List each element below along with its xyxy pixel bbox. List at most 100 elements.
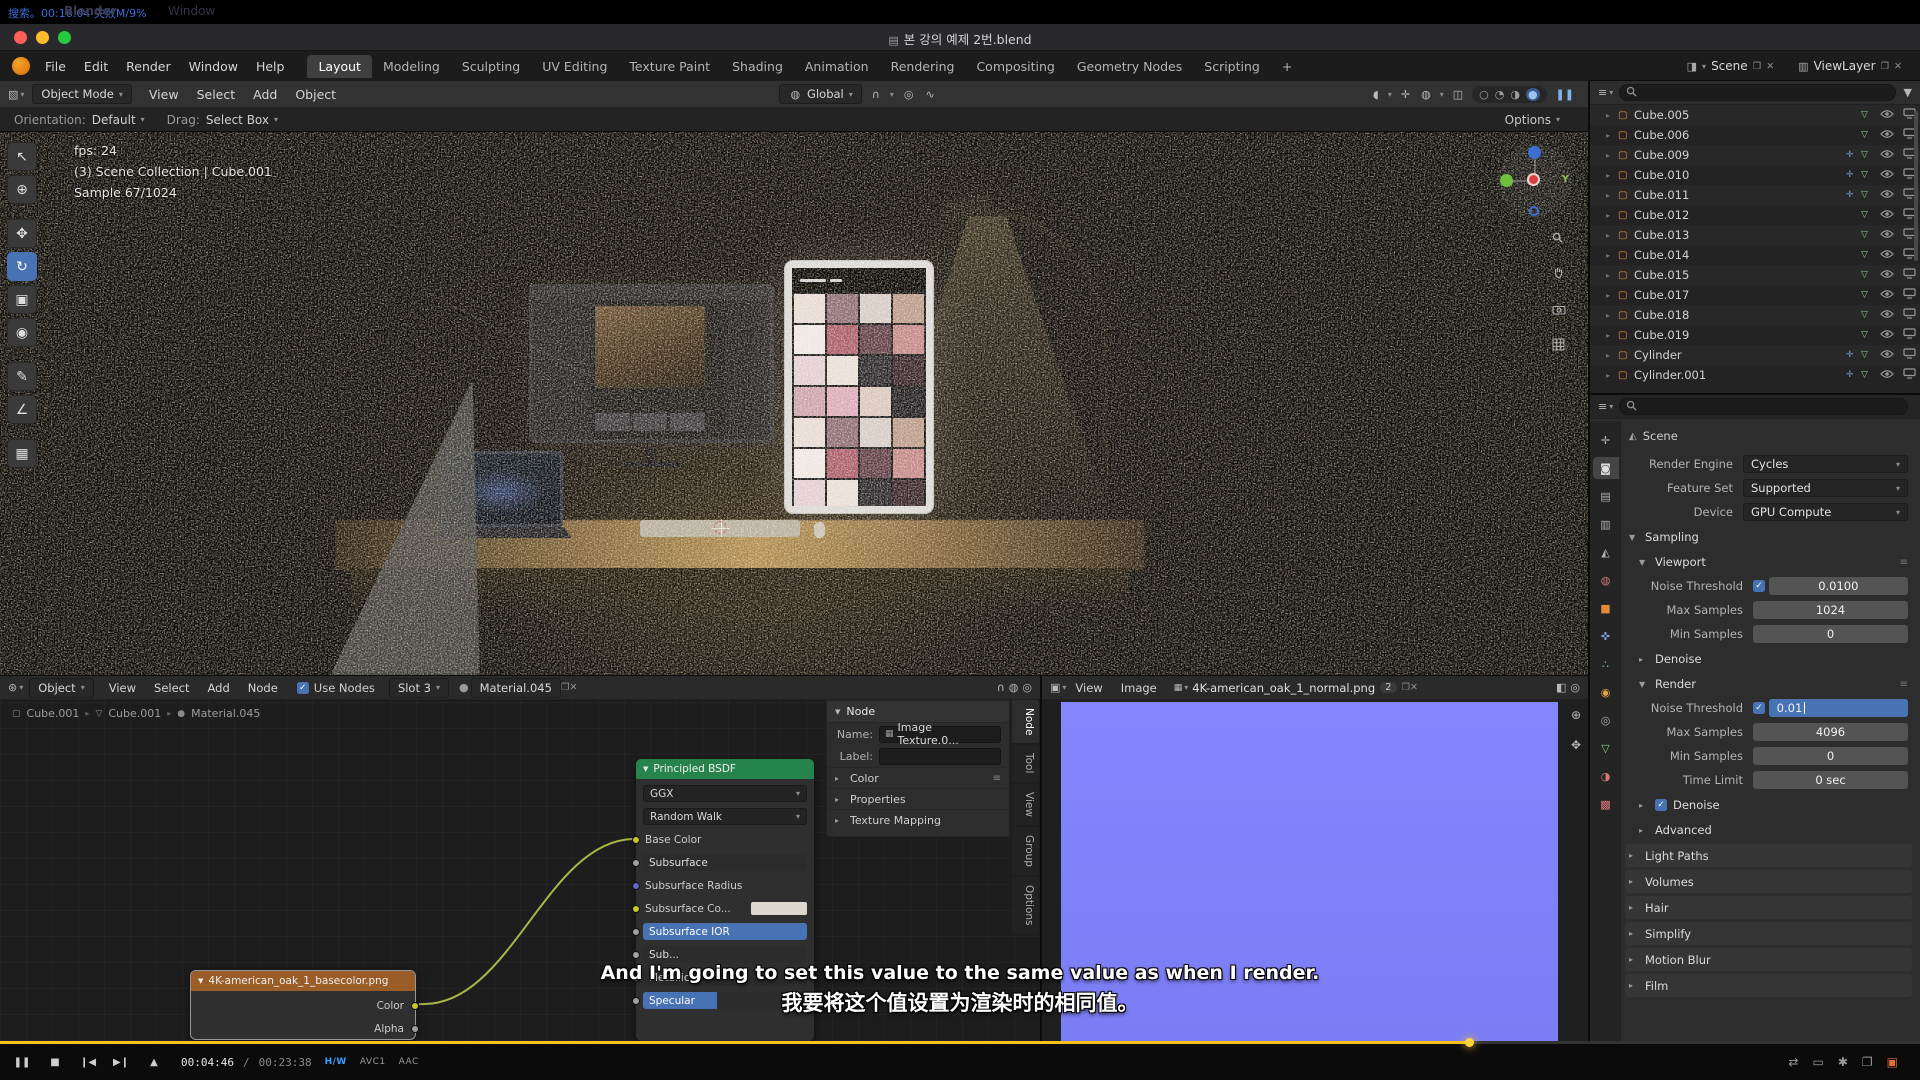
properties-tab-scene[interactable]: ◭	[1593, 541, 1619, 563]
disable-in-render-icon[interactable]	[1898, 368, 1920, 382]
expand-icon[interactable]: ▸	[1606, 151, 1618, 160]
viewport-noise-threshold-field[interactable]: 0.0100	[1769, 577, 1908, 595]
properties-tab-material[interactable]: ◑	[1593, 765, 1619, 787]
expand-icon[interactable]: ▸	[1606, 111, 1618, 120]
blender-logo-icon[interactable]	[12, 57, 30, 75]
workspace-tab-scripting[interactable]: Scripting	[1193, 55, 1271, 78]
time-limit-field[interactable]: 0 sec	[1753, 771, 1908, 789]
section-light-paths[interactable]: ▸Light Paths	[1625, 844, 1912, 867]
outliner-row-cube-011[interactable]: ▸ ▢ Cube.011 ✛ ▽	[1590, 185, 1920, 205]
tool-tweak-select-button[interactable]: ↖	[7, 142, 37, 171]
bsdf-input-specular[interactable]: Specular	[643, 992, 807, 1009]
expand-icon[interactable]: ▸	[1606, 291, 1618, 300]
advanced-section-header[interactable]: ▸Advanced	[1635, 819, 1912, 841]
outliner-type-arrow-icon[interactable]: ▾	[1609, 88, 1613, 97]
seek-bar-thumb[interactable]	[1465, 1038, 1474, 1047]
expand-icon[interactable]: ▸	[1606, 231, 1618, 240]
outliner-row-cylinder[interactable]: ▸ ▢ Cylinder ✛ ▽	[1590, 345, 1920, 365]
outliner-row-cube-012[interactable]: ▸ ▢ Cube.012 ▽	[1590, 205, 1920, 225]
properties-type-arrow-icon[interactable]: ▾	[1609, 402, 1613, 411]
npanel-section-color[interactable]: ▸Color≡	[827, 767, 1009, 788]
3d-viewport[interactable]: ↖⊕✥↻▣◉✎∠▦ fps: 24(3) Scene Collection | …	[0, 132, 1588, 676]
snap-magnet-icon[interactable]: ∩	[872, 88, 880, 101]
gizmo-neg-z-axis[interactable]	[1529, 206, 1539, 216]
node-panel-header[interactable]: ▼Node	[827, 701, 1009, 723]
texture-output-alpha[interactable]: Alpha	[198, 1020, 408, 1037]
hide-in-viewport-icon[interactable]	[1876, 188, 1898, 202]
expand-icon[interactable]: ▸	[1606, 271, 1618, 280]
output-socket[interactable]	[411, 1002, 419, 1010]
outliner-type-icon[interactable]: ≡	[1598, 86, 1607, 99]
image-texture-node[interactable]: ▼4K-american_oak_1_basecolor.png ColorAl…	[190, 970, 416, 1040]
navigation-gizmo[interactable]: Y	[1498, 144, 1572, 218]
editor-type-icon[interactable]: ▧	[8, 88, 18, 101]
unlink-scene-icon[interactable]: ✕	[1766, 61, 1774, 72]
orientation-dropdown[interactable]: Default▾	[92, 113, 145, 127]
input-socket[interactable]	[632, 905, 640, 913]
tool-rotate-button[interactable]: ↻	[7, 252, 37, 281]
image-users-badge[interactable]: 2	[1380, 682, 1396, 693]
scene-dropdown-arrow-icon[interactable]: ▾	[1702, 62, 1706, 71]
outliner-row-cube-006[interactable]: ▸ ▢ Cube.006 ▽	[1590, 125, 1920, 145]
bsdf-node-header[interactable]: ▼Principled BSDF	[636, 759, 814, 779]
pin-icon[interactable]: ◎	[1570, 681, 1580, 694]
hide-in-viewport-icon[interactable]	[1876, 268, 1898, 282]
drag-dropdown[interactable]: Select Box▾	[206, 113, 278, 127]
section-hair[interactable]: ▸Hair	[1625, 896, 1912, 919]
workspace-tab-shading[interactable]: Shading	[721, 55, 794, 78]
viewport-denoise-header[interactable]: ▸Denoise	[1635, 648, 1912, 670]
proportional-edit-icon[interactable]: ◎	[904, 88, 914, 101]
section-simplify[interactable]: ▸Simplify	[1625, 922, 1912, 945]
image-name[interactable]: 4K-american_oak_1_normal.png	[1192, 681, 1375, 695]
xray-icon[interactable]: ◫	[1453, 88, 1463, 101]
menu-edit[interactable]: Edit	[75, 59, 117, 74]
new-material-icon[interactable]: ❐	[561, 682, 570, 693]
outliner-search-input[interactable]	[1619, 84, 1895, 101]
hide-in-viewport-icon[interactable]	[1876, 208, 1898, 222]
tool-scale-button[interactable]: ▣	[7, 285, 37, 314]
viewport-noise-threshold-checkbox[interactable]: ✓	[1753, 580, 1765, 592]
hide-in-viewport-icon[interactable]	[1876, 248, 1898, 262]
normal-map-image[interactable]	[1061, 702, 1558, 1041]
render-max-samples-field[interactable]: 4096	[1753, 723, 1908, 741]
output-socket[interactable]	[411, 1025, 419, 1033]
expand-icon[interactable]: ▸	[1606, 311, 1618, 320]
menu-file[interactable]: File	[36, 59, 75, 74]
properties-tab-particles[interactable]: ∴	[1593, 653, 1619, 675]
outliner-row-cube-010[interactable]: ▸ ▢ Cube.010 ✛ ▽	[1590, 165, 1920, 185]
seek-bar[interactable]	[0, 1041, 1920, 1044]
shading-wireframe-icon[interactable]: ○	[1479, 88, 1489, 101]
workspace-tab-rendering[interactable]: Rendering	[880, 55, 966, 78]
npanel-section-texture-mapping[interactable]: ▸Texture Mapping	[827, 809, 1009, 830]
pan-icon[interactable]	[1552, 264, 1566, 283]
shader-mode-dropdown[interactable]: Object▾	[29, 678, 93, 698]
bsdf-input-sub[interactable]: Sub...	[643, 946, 807, 963]
viewport-min-samples-field[interactable]: 0	[1753, 625, 1908, 643]
shading-solid-icon[interactable]: ◔	[1495, 88, 1505, 101]
gizmo-x-axis[interactable]	[1527, 173, 1540, 186]
unlink-material-icon[interactable]: ✕	[569, 682, 577, 693]
expand-icon[interactable]: ▸	[1606, 191, 1618, 200]
hide-in-viewport-icon[interactable]	[1876, 348, 1898, 362]
fullscreen-icon[interactable]: ❐	[1862, 1055, 1873, 1069]
disable-in-render-icon[interactable]	[1898, 268, 1920, 282]
input-socket[interactable]	[632, 951, 640, 959]
color-swatch[interactable]	[751, 902, 807, 915]
outliner-row-cylinder-001[interactable]: ▸ ▢ Cylinder.001 ✛ ▽	[1590, 365, 1920, 385]
overlays-icon[interactable]: ◍	[1421, 88, 1431, 101]
input-socket[interactable]	[632, 882, 640, 890]
texture-node-header[interactable]: ▼4K-american_oak_1_basecolor.png	[191, 971, 415, 991]
settings-icon[interactable]: ✱	[1838, 1055, 1848, 1069]
grid-icon[interactable]	[1552, 336, 1566, 355]
npanel-section-properties[interactable]: ▸Properties	[827, 788, 1009, 809]
properties-type-icon[interactable]: ≡	[1598, 400, 1607, 413]
expand-icon[interactable]: ▸	[1606, 211, 1618, 220]
properties-tab-output[interactable]: ▤	[1593, 485, 1619, 507]
render-denoise-checkbox[interactable]: ✓	[1655, 799, 1667, 811]
sidebar-tab-node[interactable]: Node	[1012, 700, 1039, 743]
hide-in-viewport-icon[interactable]	[1876, 128, 1898, 142]
outliner-row-cube-013[interactable]: ▸ ▢ Cube.013 ▽	[1590, 225, 1920, 245]
hide-in-viewport-icon[interactable]	[1876, 168, 1898, 182]
shader-menu-view[interactable]: View	[100, 681, 145, 695]
hide-in-viewport-icon[interactable]	[1876, 288, 1898, 302]
